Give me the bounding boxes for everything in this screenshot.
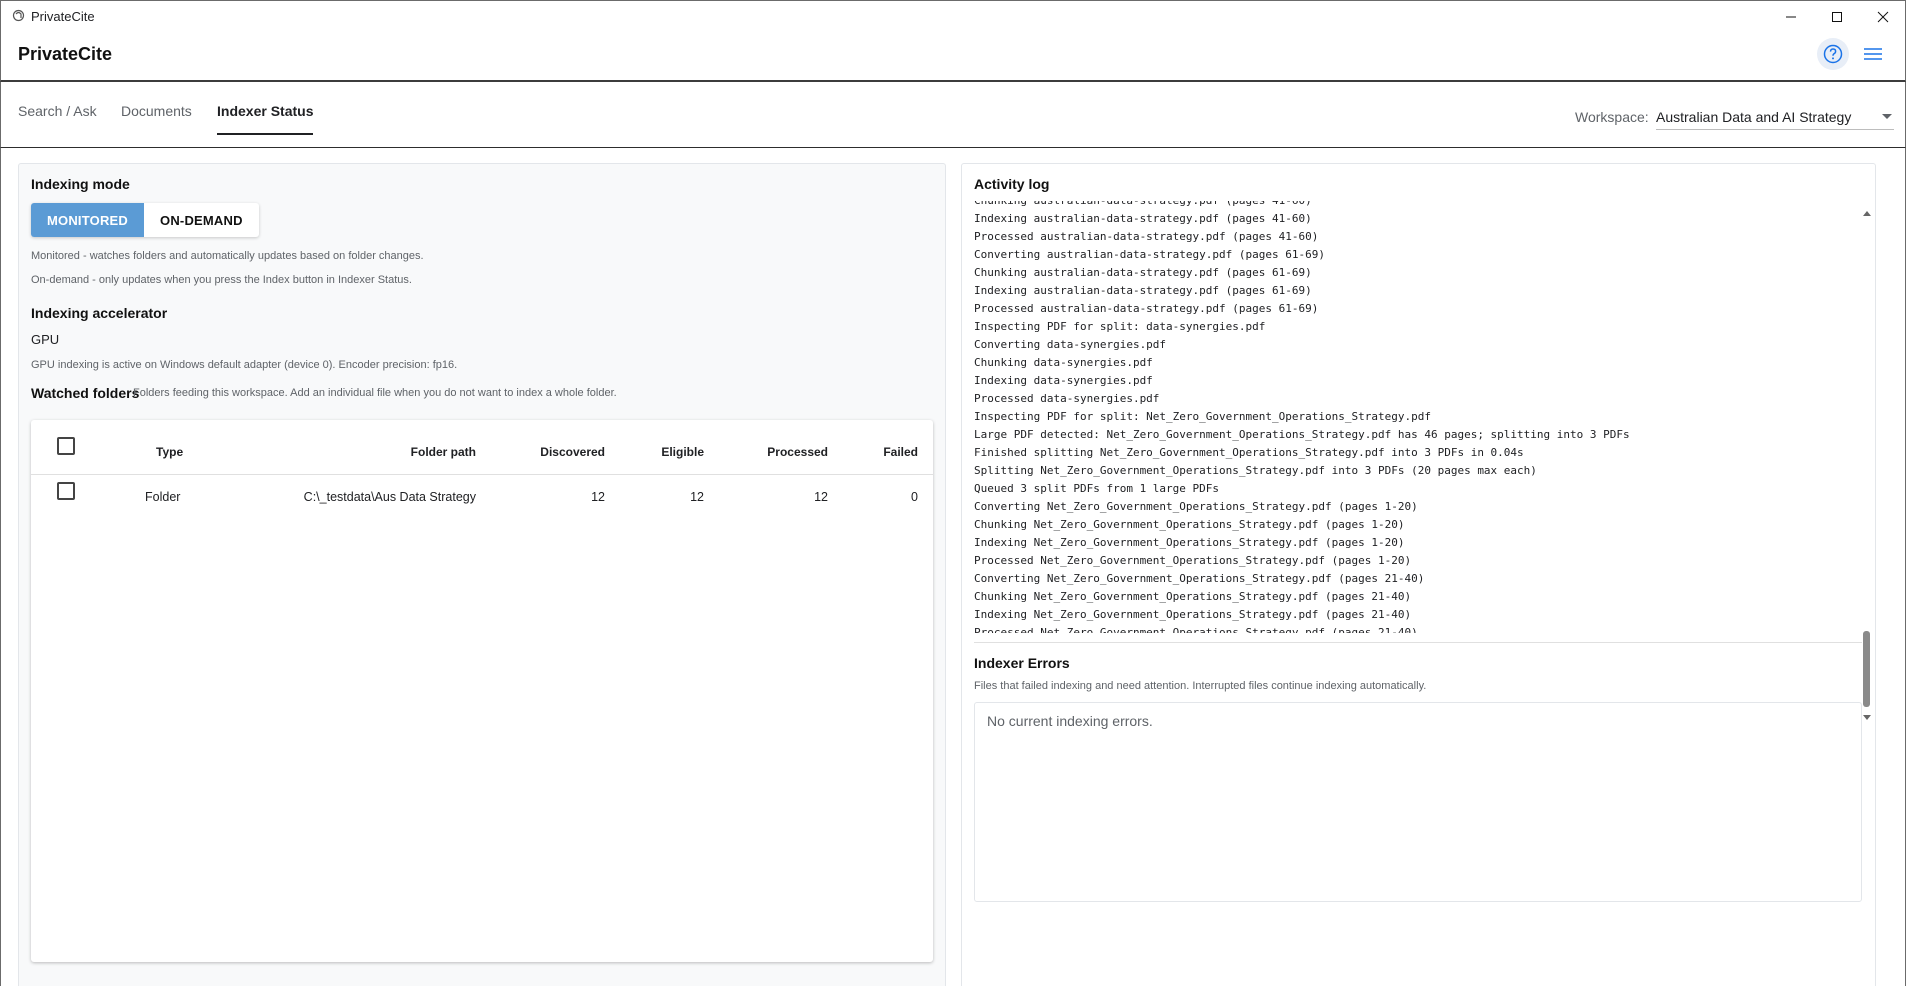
activity-log-scrollbar-thumb[interactable] bbox=[1863, 631, 1870, 707]
scroll-up-icon[interactable] bbox=[1861, 208, 1873, 218]
scroll-down-icon[interactable] bbox=[1861, 713, 1873, 723]
cell-eligible: 12 bbox=[690, 490, 704, 504]
log-line: Inspecting PDF for split: Net_Zero_Gover… bbox=[974, 410, 1431, 423]
log-line: Queued 3 split PDFs from 1 large PDFs bbox=[974, 482, 1220, 495]
column-header-folder-path[interactable]: Folder path bbox=[411, 445, 476, 459]
minimize-button[interactable] bbox=[1768, 1, 1814, 32]
cell-discovered: 12 bbox=[591, 490, 605, 504]
watched-folders-description: Folders feeding this workspace. Add an i… bbox=[133, 387, 617, 399]
log-line: Inspecting PDF for split: data-synergies… bbox=[974, 320, 1266, 333]
tab-indexer-status[interactable]: Indexer Status bbox=[217, 103, 314, 135]
brand-title: PrivateCite bbox=[18, 44, 113, 64]
hamburger-menu-icon bbox=[1864, 48, 1882, 60]
row-checkbox[interactable] bbox=[57, 482, 75, 500]
log-line: Chunking data-synergies.pdf bbox=[974, 356, 1153, 369]
watched-folders-title: Watched folders bbox=[31, 385, 140, 401]
indexer-errors-list: No current indexing errors. bbox=[974, 702, 1862, 902]
column-header-failed[interactable]: Failed bbox=[883, 445, 918, 459]
column-header-eligible[interactable]: Eligible bbox=[661, 445, 704, 459]
log-line: Indexing Net_Zero_Government_Operations_… bbox=[974, 536, 1405, 549]
indexer-errors-title: Indexer Errors bbox=[974, 655, 1070, 671]
cell-folder-path: C:\_testdata\Aus Data Strategy bbox=[303, 490, 476, 504]
window-titlebar: PrivateCite bbox=[0, 0, 1906, 31]
workspace-value: Australian Data and AI Strategy bbox=[1656, 109, 1852, 125]
no-errors-message: No current indexing errors. bbox=[987, 713, 1153, 729]
log-line: Indexing australian-data-strategy.pdf (p… bbox=[974, 212, 1312, 225]
log-line: Chunking australian-data-strategy.pdf (p… bbox=[974, 201, 1630, 210]
chevron-down-icon bbox=[1882, 114, 1892, 119]
main-menu-button[interactable] bbox=[1862, 43, 1884, 65]
accelerator-value: GPU bbox=[31, 332, 60, 347]
select-all-checkbox[interactable] bbox=[57, 437, 75, 455]
main-content: Indexing mode MONITORED ON-DEMAND Monito… bbox=[0, 148, 1906, 986]
on-demand-description: On-demand - only updates when you press … bbox=[31, 274, 412, 286]
cell-type: Folder bbox=[145, 490, 181, 504]
cell-failed: 0 bbox=[911, 490, 918, 504]
window-title: PrivateCite bbox=[31, 9, 95, 24]
log-line: Large PDF detected: Net_Zero_Government_… bbox=[974, 428, 1630, 441]
indexer-settings-panel: Indexing mode MONITORED ON-DEMAND Monito… bbox=[18, 163, 946, 986]
minimize-icon bbox=[1786, 16, 1796, 17]
mode-monitored-button[interactable]: MONITORED bbox=[31, 203, 145, 237]
log-line: Processed data-synergies.pdf bbox=[974, 392, 1160, 405]
log-line: Chunking Net_Zero_Government_Operations_… bbox=[974, 518, 1405, 531]
column-header-processed[interactable]: Processed bbox=[767, 445, 828, 459]
log-line: Splitting Net_Zero_Government_Operations… bbox=[974, 464, 1537, 477]
accelerator-description: GPU indexing is active on Windows defaul… bbox=[31, 359, 458, 371]
log-line: Finished splitting Net_Zero_Government_O… bbox=[974, 446, 1524, 459]
tab-search-ask[interactable]: Search / Ask bbox=[18, 103, 97, 135]
activity-log-lines: Chunking australian-data-strategy.pdf (p… bbox=[974, 201, 1630, 633]
help-button[interactable] bbox=[1817, 38, 1849, 70]
workspace-label: Workspace: bbox=[1575, 109, 1649, 125]
log-line: Converting Net_Zero_Government_Operation… bbox=[974, 572, 1425, 585]
activity-panel: Activity log Chunking australian-data-st… bbox=[961, 163, 1876, 986]
log-line: Processed Net_Zero_Government_Operations… bbox=[974, 554, 1412, 567]
log-line: Chunking Net_Zero_Government_Operations_… bbox=[974, 590, 1412, 603]
workspace-select[interactable]: Australian Data and AI Strategy bbox=[1656, 102, 1894, 130]
log-line: Converting australian-data-strategy.pdf … bbox=[974, 248, 1325, 261]
monitored-description: Monitored - watches folders and automati… bbox=[31, 250, 424, 262]
log-line: Indexing Net_Zero_Government_Operations_… bbox=[974, 608, 1412, 621]
mode-on-demand-button[interactable]: ON-DEMAND bbox=[144, 203, 259, 237]
close-button[interactable] bbox=[1860, 1, 1906, 32]
column-header-discovered[interactable]: Discovered bbox=[540, 445, 605, 459]
table-header-divider bbox=[31, 474, 933, 475]
maximize-button[interactable] bbox=[1814, 1, 1860, 32]
log-line: Converting Net_Zero_Government_Operation… bbox=[974, 500, 1418, 513]
log-line: Indexing data-synergies.pdf bbox=[974, 374, 1153, 387]
log-line: Indexing australian-data-strategy.pdf (p… bbox=[974, 284, 1312, 297]
activity-log[interactable]: Chunking australian-data-strategy.pdf (p… bbox=[974, 201, 1862, 633]
watched-folders-table: Type Folder path Discovered Eligible Pro… bbox=[31, 420, 933, 962]
cell-processed: 12 bbox=[814, 490, 828, 504]
app-icon bbox=[12, 9, 25, 22]
log-line: Processed australian-data-strategy.pdf (… bbox=[974, 302, 1319, 315]
column-header-type[interactable]: Type bbox=[156, 445, 183, 459]
activity-log-title: Activity log bbox=[974, 176, 1050, 192]
help-circle-icon bbox=[1823, 44, 1843, 64]
indexing-mode-toggle: MONITORED ON-DEMAND bbox=[31, 203, 259, 237]
log-line: Processed Net_Zero_Government_Operations… bbox=[974, 626, 1418, 633]
indexer-errors-description: Files that failed indexing and need atte… bbox=[974, 680, 1427, 692]
maximize-icon bbox=[1832, 11, 1842, 22]
log-line: Processed australian-data-strategy.pdf (… bbox=[974, 230, 1319, 243]
log-line: Converting data-synergies.pdf bbox=[974, 338, 1167, 351]
indexing-mode-title: Indexing mode bbox=[31, 176, 130, 192]
accelerator-title: Indexing accelerator bbox=[31, 305, 168, 321]
log-line: Chunking australian-data-strategy.pdf (p… bbox=[974, 266, 1312, 279]
tab-documents[interactable]: Documents bbox=[121, 103, 192, 135]
app-header: PrivateCite bbox=[0, 31, 1906, 82]
tab-bar: Search / Ask Documents Indexer Status Wo… bbox=[0, 82, 1906, 148]
close-icon bbox=[1877, 11, 1889, 22]
section-divider bbox=[974, 642, 1862, 643]
